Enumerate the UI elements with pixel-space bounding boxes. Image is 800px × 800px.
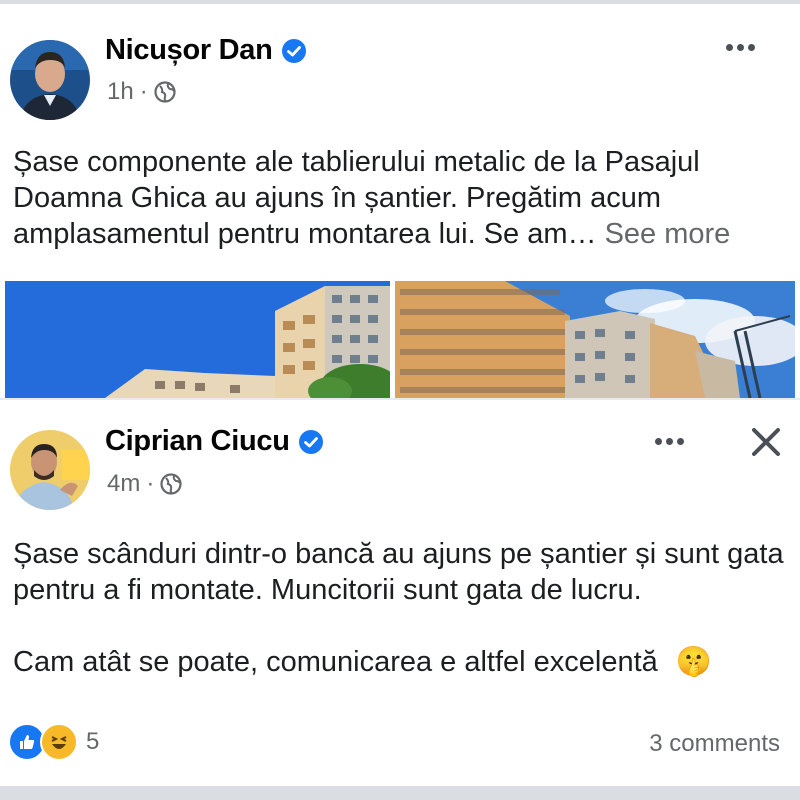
post-ciprian-ciucu: Ciprian Ciucu 4m · Șase scânduri dintr-o… [0, 400, 800, 786]
more-dot [748, 44, 755, 51]
author-name[interactable]: Ciprian Ciucu [105, 425, 290, 458]
comments-count-link[interactable]: 3 comments [649, 730, 780, 758]
post-photo-2[interactable] [395, 281, 795, 398]
more-options-button[interactable] [655, 438, 684, 445]
post-time[interactable]: 1h [107, 78, 134, 106]
bottom-divider [0, 786, 800, 800]
post-time[interactable]: 4m [107, 470, 140, 498]
avatar[interactable] [10, 40, 90, 120]
post-paragraph-2: Cam atât se poate, comunicarea e altfel … [13, 644, 798, 680]
more-dot [737, 44, 744, 51]
verified-badge-icon [281, 38, 307, 64]
avatar[interactable] [10, 430, 90, 510]
post-paragraph-text: Cam atât se poate, comunicarea e altfel … [13, 646, 658, 678]
meta-separator: · [139, 78, 148, 105]
haha-reaction-icon [40, 723, 78, 761]
post-text: Șase componente ale tablierului metalic … [13, 144, 793, 252]
author-row: Ciprian Ciucu [105, 425, 324, 458]
post-photo-1[interactable] [5, 281, 390, 398]
post-meta: 1h · [107, 78, 176, 106]
more-options-button[interactable] [726, 44, 755, 51]
post-text: Șase scânduri dintr-o bancă au ajuns pe … [13, 536, 798, 680]
post-body: Șase componente ale tablierului metalic … [13, 146, 700, 250]
more-dot [666, 438, 673, 445]
shushing-face-emoji: 🤫 [675, 646, 712, 678]
close-icon[interactable] [750, 426, 782, 463]
globe-icon [160, 473, 182, 495]
globe-icon [154, 81, 176, 103]
more-dot [655, 438, 662, 445]
reactions-summary[interactable]: 5 [8, 723, 99, 761]
post-nicusor-dan: Nicușor Dan 1h · Șase componente ale tab… [0, 4, 800, 398]
author-name[interactable]: Nicușor Dan [105, 34, 273, 67]
meta-separator: · [146, 470, 155, 497]
verified-badge-icon [298, 429, 324, 455]
reaction-count: 5 [86, 728, 100, 755]
post-paragraph: Șase scânduri dintr-o bancă au ajuns pe … [13, 538, 784, 606]
see-more-link[interactable]: See more [605, 218, 731, 250]
author-row: Nicușor Dan [105, 34, 307, 67]
post-meta: 4m · [107, 470, 182, 498]
more-dot [677, 438, 684, 445]
more-dot [726, 44, 733, 51]
